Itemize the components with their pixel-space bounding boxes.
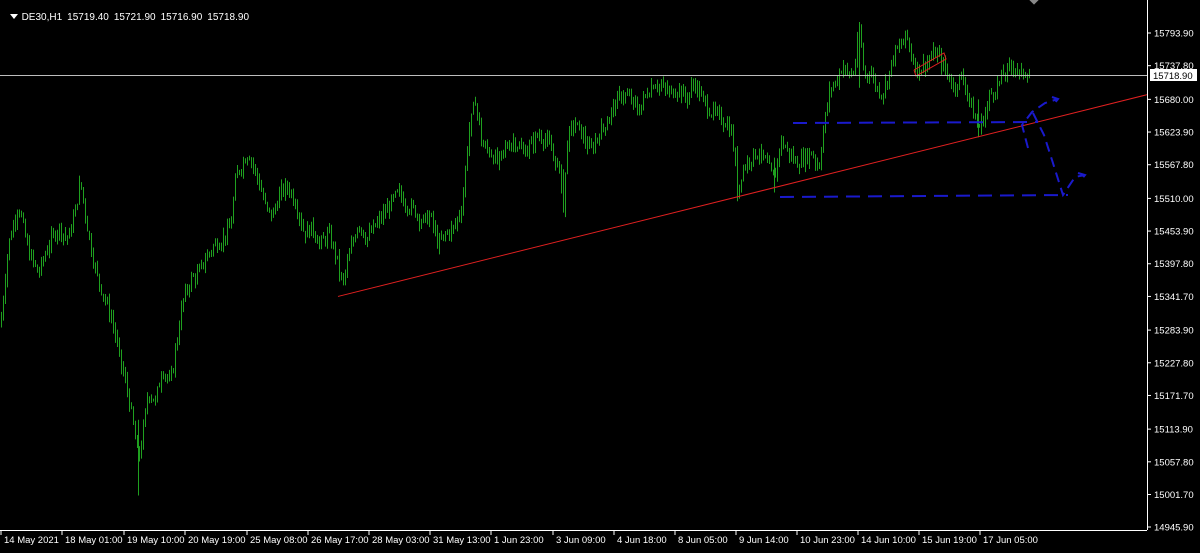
chart-background xyxy=(0,0,1200,553)
x-tick-label: 9 Jun 14:00 xyxy=(739,535,789,546)
y-tick-label: 15341.70 xyxy=(1154,292,1194,303)
low-value: 15716.90 xyxy=(160,12,203,23)
y-tick-label: 14945.90 xyxy=(1154,523,1194,534)
x-tick-label: 20 May 19:00 xyxy=(188,535,246,546)
x-tick-label: 15 Jun 19:00 xyxy=(922,535,977,546)
y-tick-label: 15793.90 xyxy=(1154,29,1194,40)
x-tick-label: 14 May 2021 xyxy=(4,535,59,546)
x-tick-label: 31 May 13:00 xyxy=(433,535,491,546)
x-tick-label: 8 Jun 05:00 xyxy=(678,535,728,546)
x-tick-label: 4 Jun 18:00 xyxy=(617,535,667,546)
open-value: 15719.40 xyxy=(67,12,109,23)
x-tick-label: 10 Jun 23:00 xyxy=(800,535,855,546)
x-tick-label: 18 May 01:00 xyxy=(65,535,123,546)
current-price-label: 15718.90 xyxy=(1153,71,1193,82)
x-tick-label: 3 Jun 09:00 xyxy=(556,535,606,546)
y-tick-label: 15680.00 xyxy=(1154,95,1194,106)
y-tick-label: 15510.00 xyxy=(1154,194,1194,205)
current-price-badge: 15718.90 xyxy=(1150,69,1197,82)
y-tick-label: 15227.80 xyxy=(1154,358,1194,369)
x-tick-label: 25 May 08:00 xyxy=(250,535,308,546)
x-tick-label: 28 May 03:00 xyxy=(372,535,430,546)
x-tick-label: 26 May 17:00 xyxy=(311,535,369,546)
y-tick-label: 15567.80 xyxy=(1154,160,1194,171)
chart-header: DE30,H1 15719.40 15721.90 15716.90 15718.90 xyxy=(4,1,254,23)
y-tick-label: 15171.70 xyxy=(1154,391,1194,402)
close-value: 15718.90 xyxy=(207,12,250,23)
y-tick-label: 15623.90 xyxy=(1154,128,1194,139)
y-tick-label: 15283.90 xyxy=(1154,326,1194,337)
y-tick-label: 15057.80 xyxy=(1154,457,1194,468)
y-tick-label: 15453.90 xyxy=(1154,227,1194,238)
y-tick-label: 15397.80 xyxy=(1154,259,1194,270)
symbol-label: DE30,H1 xyxy=(21,12,63,23)
symbol-menu-icon[interactable] xyxy=(9,14,18,19)
price-chart[interactable]: 15793.9015737.8015680.0015623.9015567.80… xyxy=(0,0,1200,553)
x-tick-label: 1 Jun 23:00 xyxy=(494,535,544,546)
x-tick-label: 17 Jun 05:00 xyxy=(983,535,1038,546)
high-value: 15721.90 xyxy=(113,12,156,23)
y-tick-label: 15001.70 xyxy=(1154,490,1194,501)
y-tick-label: 15113.90 xyxy=(1154,425,1193,436)
x-tick-label: 14 Jun 10:00 xyxy=(861,535,916,546)
x-tick-label: 19 May 10:00 xyxy=(127,535,185,546)
